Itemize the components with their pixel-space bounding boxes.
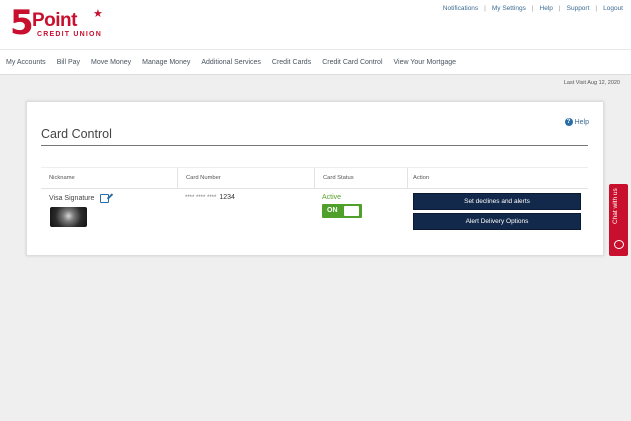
- card-number-last4: 1234: [219, 194, 235, 201]
- card-control-panel: ? Help Card Control Nickname Card Number…: [26, 101, 604, 256]
- utility-nav: Notifications | My Settings | Help | Sup…: [443, 5, 623, 12]
- separator: |: [558, 5, 561, 12]
- nav-credit-cards[interactable]: Credit Cards: [272, 59, 311, 66]
- help-label: Help: [574, 118, 589, 126]
- nav-credit-card-control[interactable]: Credit Card Control: [322, 59, 382, 66]
- logo-name: Point: [32, 10, 78, 31]
- nav-bill-pay[interactable]: Bill Pay: [57, 59, 80, 66]
- set-declines-alerts-button[interactable]: Set declines and alerts: [413, 193, 581, 210]
- column-header-nickname: Nickname: [41, 168, 178, 188]
- logo-number: 5: [10, 3, 34, 43]
- nav-my-accounts[interactable]: My Accounts: [6, 59, 46, 66]
- separator: |: [484, 5, 486, 12]
- nav-additional-services[interactable]: Additional Services: [201, 59, 261, 66]
- brand-logo[interactable]: 5 Point ★ CREDIT UNION: [10, 3, 103, 43]
- help-icon: ?: [564, 118, 573, 126]
- my-settings-link[interactable]: My Settings: [492, 5, 526, 12]
- edit-icon[interactable]: [100, 194, 110, 203]
- last-visit: Last Visit Aug 12, 2020: [563, 80, 620, 86]
- card-nickname-label: Visa Signature: [49, 195, 95, 202]
- help-button[interactable]: ? Help: [564, 118, 589, 126]
- card-number-mask: **** **** ****: [185, 195, 217, 201]
- title-divider: [41, 145, 588, 146]
- card-nickname: Visa Signature: [49, 194, 110, 203]
- main-nav: My Accounts Bill Pay Move Money Manage M…: [0, 49, 631, 75]
- nav-move-money[interactable]: Move Money: [91, 59, 131, 66]
- separator: |: [531, 5, 534, 12]
- support-link[interactable]: Support: [567, 5, 590, 12]
- nav-view-your-mortgage[interactable]: View Your Mortgage: [394, 59, 457, 66]
- column-header-card-number: Card Number: [178, 168, 315, 188]
- chat-with-us-button[interactable]: Chat with us: [609, 184, 628, 256]
- notifications-link[interactable]: Notifications: [443, 5, 478, 12]
- logo-star-icon: ★: [93, 8, 103, 20]
- card-image: [50, 207, 87, 227]
- page-title: Card Control: [41, 127, 112, 141]
- logo-subtitle: CREDIT UNION: [37, 31, 102, 38]
- column-header-action: Action: [413, 175, 430, 181]
- alert-delivery-options-button[interactable]: Alert Delivery Options: [413, 213, 581, 230]
- logout-link[interactable]: Logout: [603, 5, 623, 12]
- help-link[interactable]: Help: [540, 5, 553, 12]
- table-header: Nickname Card Number Card Status Action: [41, 167, 588, 189]
- toggle-knob: [344, 206, 359, 216]
- toggle-label: ON: [327, 207, 338, 214]
- nav-manage-money[interactable]: Manage Money: [142, 59, 190, 66]
- chat-bubble-icon: [614, 240, 624, 249]
- site-header: 5 Point ★ CREDIT UNION Notifications | M…: [0, 0, 631, 49]
- chat-label: Chat with us: [612, 188, 619, 224]
- card-number: **** **** **** 1234: [185, 194, 235, 201]
- separator: |: [595, 5, 598, 12]
- column-header-card-status: Card Status: [315, 168, 408, 188]
- card-status-text: Active: [322, 194, 342, 201]
- card-status-toggle[interactable]: ON: [322, 204, 362, 218]
